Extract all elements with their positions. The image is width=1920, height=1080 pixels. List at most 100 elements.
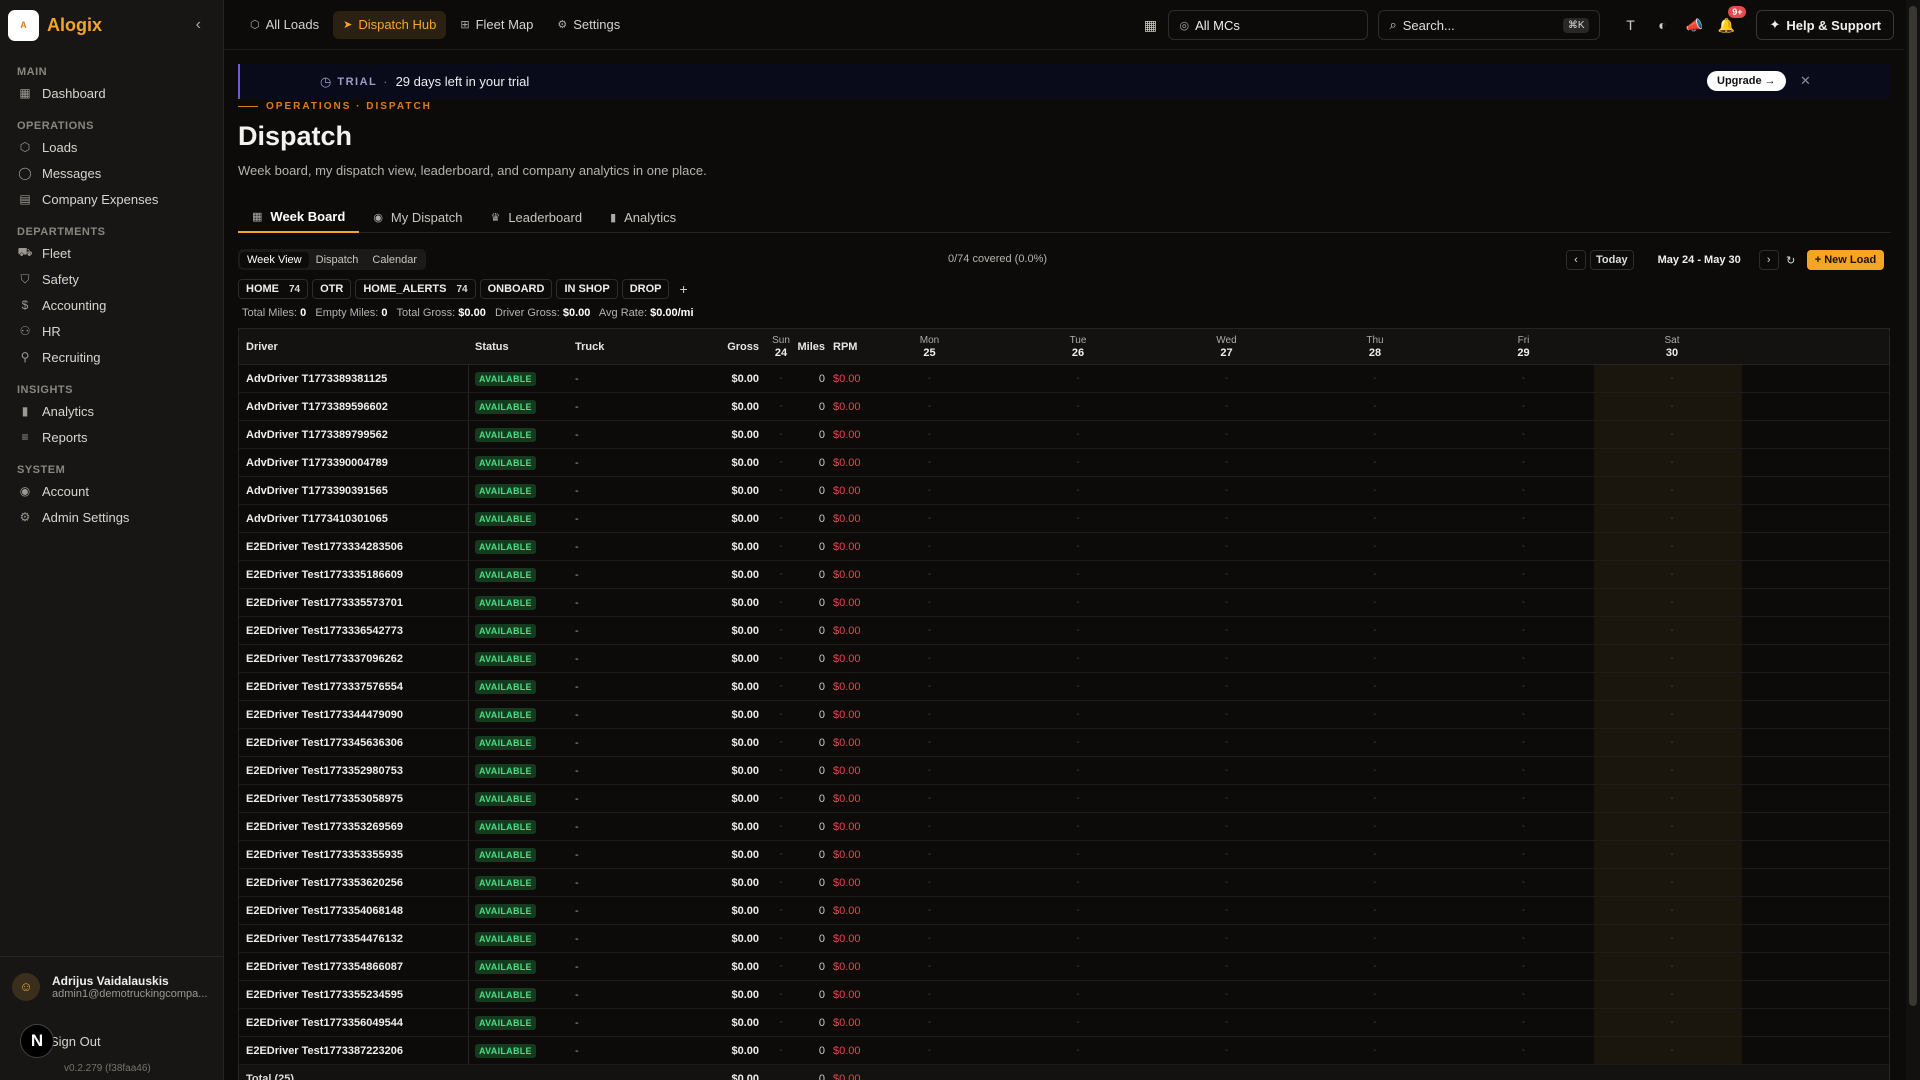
table-row[interactable]: E2EDriver Test1773354866087 AVAILABLE - $0.… bbox=[239, 953, 1889, 981]
text-size-icon[interactable]: T bbox=[1614, 9, 1646, 41]
close-icon[interactable]: ✕ bbox=[1800, 73, 1811, 89]
sidebar-item-admin-settings[interactable]: ⚙ Admin Settings bbox=[0, 504, 223, 530]
day-cell[interactable]: - bbox=[1153, 785, 1301, 812]
day-cell[interactable]: - bbox=[707, 505, 855, 532]
truck-cell[interactable]: - bbox=[575, 421, 645, 448]
day-cell[interactable]: - bbox=[1301, 1037, 1449, 1064]
table-row[interactable]: AdvDriver T1773389381125 AVAILABLE - $0.00 0… bbox=[239, 365, 1889, 393]
day-cell[interactable]: - bbox=[1301, 365, 1449, 392]
day-cell[interactable]: - bbox=[707, 561, 855, 588]
day-cell[interactable]: - bbox=[1450, 645, 1598, 672]
tab-leaderboard[interactable]: ♛ Leaderboard bbox=[476, 202, 596, 233]
day-cell[interactable]: - bbox=[1004, 589, 1152, 616]
driver-name[interactable]: E2EDriver Test1773337576554 bbox=[246, 673, 466, 700]
sidebar-item-loads[interactable]: ⬡ Loads bbox=[0, 134, 223, 160]
tab-week-board[interactable]: ▦ Week Board bbox=[238, 202, 360, 233]
truck-cell[interactable]: - bbox=[575, 617, 645, 644]
driver-name[interactable]: E2EDriver Test1773354866087 bbox=[246, 953, 466, 980]
filter-home-alerts[interactable]: HOME_ALERTS 74 bbox=[355, 279, 476, 299]
day-cell[interactable]: - bbox=[1598, 981, 1746, 1008]
day-cell[interactable]: - bbox=[1450, 953, 1598, 980]
sidebar-item-reports[interactable]: ≡ Reports bbox=[0, 424, 223, 450]
day-cell[interactable]: - bbox=[856, 841, 1004, 868]
day-cell[interactable]: - bbox=[1301, 841, 1449, 868]
day-cell[interactable]: - bbox=[1004, 841, 1152, 868]
day-cell[interactable]: - bbox=[707, 841, 855, 868]
day-cell[interactable]: - bbox=[1598, 561, 1746, 588]
day-cell[interactable]: - bbox=[1301, 561, 1449, 588]
day-cell[interactable]: - bbox=[1598, 617, 1746, 644]
day-cell[interactable]: - bbox=[1450, 617, 1598, 644]
scrollbar-thumb[interactable] bbox=[1909, 6, 1917, 1006]
day-cell[interactable]: - bbox=[1450, 785, 1598, 812]
day-cell[interactable]: - bbox=[707, 925, 855, 952]
day-cell[interactable]: - bbox=[707, 449, 855, 476]
table-row[interactable]: AdvDriver T1773390004789 AVAILABLE - $0.00 0… bbox=[239, 449, 1889, 477]
day-cell[interactable]: - bbox=[1153, 953, 1301, 980]
day-cell[interactable]: - bbox=[1598, 365, 1746, 392]
day-cell[interactable]: - bbox=[1450, 393, 1598, 420]
day-cell[interactable]: - bbox=[1301, 449, 1449, 476]
truck-cell[interactable]: - bbox=[575, 533, 645, 560]
day-cell[interactable]: - bbox=[1153, 477, 1301, 504]
driver-name[interactable]: E2EDriver Test1773354476132 bbox=[246, 925, 466, 952]
day-cell[interactable]: - bbox=[1004, 505, 1152, 532]
day-cell[interactable]: - bbox=[1004, 449, 1152, 476]
day-cell[interactable]: - bbox=[1450, 477, 1598, 504]
day-cell[interactable]: - bbox=[1598, 393, 1746, 420]
day-cell[interactable]: - bbox=[1598, 477, 1746, 504]
day-cell[interactable]: - bbox=[707, 477, 855, 504]
day-cell[interactable]: - bbox=[707, 421, 855, 448]
day-cell[interactable]: - bbox=[1301, 477, 1449, 504]
day-cell[interactable]: - bbox=[707, 897, 855, 924]
topnav-dispatch-hub[interactable]: ➤ Dispatch Hub bbox=[333, 10, 447, 39]
day-cell[interactable]: - bbox=[1004, 561, 1152, 588]
help-support-button[interactable]: ✦ Help & Support bbox=[1756, 10, 1894, 40]
day-cell[interactable]: - bbox=[1450, 673, 1598, 700]
day-cell[interactable]: - bbox=[1004, 393, 1152, 420]
mc-select[interactable]: ◎ All MCs bbox=[1168, 10, 1369, 40]
day-cell[interactable]: - bbox=[856, 617, 1004, 644]
table-row[interactable]: E2EDriver Test1773353355935 AVAILABLE - $0.… bbox=[239, 841, 1889, 869]
truck-cell[interactable]: - bbox=[575, 673, 645, 700]
day-cell[interactable]: - bbox=[707, 645, 855, 672]
day-cell[interactable]: - bbox=[1153, 393, 1301, 420]
bell-icon[interactable]: 🔔 9+ bbox=[1710, 6, 1747, 41]
filter-onboard[interactable]: ONBOARD bbox=[479, 279, 553, 299]
day-cell[interactable]: - bbox=[707, 1037, 855, 1064]
building-icon[interactable]: ▦ bbox=[1134, 9, 1166, 41]
day-cell[interactable]: - bbox=[707, 953, 855, 980]
day-cell[interactable]: - bbox=[1598, 533, 1746, 560]
day-cell[interactable]: - bbox=[856, 785, 1004, 812]
day-cell[interactable]: - bbox=[856, 813, 1004, 840]
table-row[interactable]: E2EDriver Test1773345636306 AVAILABLE - $0.… bbox=[239, 729, 1889, 757]
topnav-fleet-map[interactable]: ⊞ Fleet Map bbox=[450, 11, 543, 39]
day-cell[interactable]: - bbox=[1153, 981, 1301, 1008]
truck-cell[interactable]: - bbox=[575, 589, 645, 616]
truck-cell[interactable]: - bbox=[575, 813, 645, 840]
day-cell[interactable]: - bbox=[1450, 729, 1598, 756]
day-cell[interactable]: - bbox=[1301, 757, 1449, 784]
day-cell[interactable]: - bbox=[1004, 617, 1152, 644]
day-cell[interactable]: - bbox=[856, 533, 1004, 560]
table-row[interactable]: AdvDriver T1773410301065 AVAILABLE - $0.00 0… bbox=[239, 505, 1889, 533]
day-cell[interactable]: - bbox=[1004, 533, 1152, 560]
day-cell[interactable]: - bbox=[1301, 925, 1449, 952]
day-cell[interactable]: - bbox=[1450, 925, 1598, 952]
day-cell[interactable]: - bbox=[1301, 505, 1449, 532]
day-cell[interactable]: - bbox=[707, 617, 855, 644]
sidebar-item-dashboard[interactable]: ▦ Dashboard bbox=[0, 80, 223, 106]
day-cell[interactable]: - bbox=[1598, 1037, 1746, 1064]
truck-cell[interactable]: - bbox=[575, 393, 645, 420]
day-cell[interactable]: - bbox=[856, 701, 1004, 728]
driver-name[interactable]: AdvDriver T1773390004789 bbox=[246, 449, 466, 476]
driver-name[interactable]: E2EDriver Test1773353269569 bbox=[246, 813, 466, 840]
truck-cell[interactable]: - bbox=[575, 1009, 645, 1036]
day-cell[interactable]: - bbox=[1153, 1037, 1301, 1064]
driver-name[interactable]: AdvDriver T1773390391565 bbox=[246, 477, 466, 504]
day-cell[interactable]: - bbox=[856, 393, 1004, 420]
day-cell[interactable]: - bbox=[1004, 953, 1152, 980]
truck-cell[interactable]: - bbox=[575, 365, 645, 392]
day-cell[interactable]: - bbox=[1450, 1009, 1598, 1036]
day-cell[interactable]: - bbox=[1004, 673, 1152, 700]
